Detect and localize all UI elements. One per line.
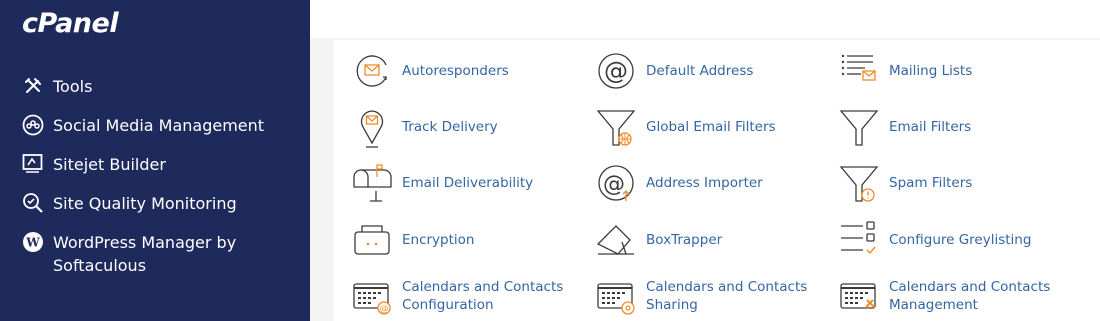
tool-email-deliverability[interactable]: Email Deliverability <box>350 160 533 206</box>
cpanel-logo[interactable]: cPanel <box>22 8 119 39</box>
tool-configure-greylisting[interactable]: Configure Greylisting <box>837 217 1031 263</box>
top-bar <box>310 0 1100 38</box>
svg-text:@: @ <box>603 172 625 197</box>
svg-text:@: @ <box>604 57 628 85</box>
tool-email-filters[interactable]: Email Filters <box>837 104 971 150</box>
tool-encryption[interactable]: Encryption <box>350 217 474 263</box>
track-delivery-icon <box>360 110 384 148</box>
tool-label: Track Delivery <box>402 119 498 135</box>
tool-label: Calendars and Contacts Management <box>889 279 1051 313</box>
tool-autoresponders[interactable]: Autoresponders <box>350 48 509 94</box>
tools-icon <box>22 75 44 97</box>
main-content: Autoresponders @ Default Address Mailing… <box>310 38 1100 321</box>
tool-address-importer[interactable]: @ Address Importer <box>594 160 763 206</box>
sitejet-icon <box>22 153 44 175</box>
sidebar-item-label: WordPress Manager by Softaculous <box>53 233 237 275</box>
tool-global-email-filters[interactable]: Global Email Filters <box>594 104 776 150</box>
tool-spam-filters[interactable]: Spam Filters <box>837 160 972 206</box>
svg-text:W: W <box>25 236 40 250</box>
tool-track-delivery[interactable]: Track Delivery <box>350 104 498 150</box>
tool-calendars-contacts-configuration[interactable]: @ Calendars and Contacts Configuration <box>350 273 572 319</box>
address-importer-icon: @ <box>598 165 634 201</box>
mailing-list-icon <box>841 54 876 81</box>
tool-calendars-contacts-management[interactable]: Calendars and Contacts Management <box>837 273 1059 319</box>
tool-default-address[interactable]: @ Default Address <box>594 48 753 94</box>
spam-filter-icon <box>839 166 879 202</box>
social-media-icon <box>22 114 44 136</box>
boxtrapper-icon <box>596 225 634 255</box>
tool-label: Email Deliverability <box>402 175 534 191</box>
calendar-config-icon: @ <box>353 283 391 315</box>
sidebar-item-label: Sitejet Builder <box>53 155 166 174</box>
default-address-icon: @ <box>598 53 634 89</box>
greylisting-icon <box>841 221 876 255</box>
autoresponder-icon <box>356 55 387 87</box>
sidebar-item-label: Social Media Management <box>53 116 265 135</box>
tool-label: Configure Greylisting <box>889 232 1032 248</box>
sidebar-item-label: Site Quality Monitoring <box>53 194 237 213</box>
email-tools-panel: Autoresponders @ Default Address Mailing… <box>334 40 1100 321</box>
tool-calendars-contacts-sharing[interactable]: Calendars and Contacts Sharing <box>594 273 816 319</box>
tool-label: Autoresponders <box>402 63 509 79</box>
sidebar-item-social-media[interactable]: Social Media Management <box>22 114 264 137</box>
sidebar-item-wordpress[interactable]: W WordPress Manager by Softaculous <box>22 231 272 277</box>
sidebar-item-site-quality[interactable]: Site Quality Monitoring <box>22 192 237 215</box>
tool-boxtrapper[interactable]: BoxTrapper <box>594 217 722 263</box>
site-quality-icon <box>22 192 44 214</box>
tool-label: BoxTrapper <box>646 232 723 248</box>
global-filter-icon <box>596 110 636 146</box>
svg-text:@: @ <box>380 305 389 315</box>
sidebar-item-label: Tools <box>53 77 93 96</box>
tool-label: Encryption <box>402 232 475 248</box>
email-filter-icon <box>839 110 879 146</box>
encryption-icon <box>354 225 390 255</box>
tool-label: Calendars and Contacts Sharing <box>646 279 808 313</box>
calendar-sharing-icon <box>597 283 635 315</box>
tool-label: Calendars and Contacts Configuration <box>402 279 564 313</box>
tool-mailing-lists[interactable]: Mailing Lists <box>837 48 972 94</box>
mailbox-icon <box>353 164 392 202</box>
tool-label: Global Email Filters <box>646 119 776 135</box>
wordpress-icon: W <box>22 231 44 253</box>
sidebar-item-tools[interactable]: Tools <box>22 75 92 98</box>
calendar-management-icon <box>840 283 876 309</box>
tool-label: Default Address <box>646 63 754 79</box>
tool-label: Spam Filters <box>889 175 973 191</box>
sidebar-item-sitejet[interactable]: Sitejet Builder <box>22 153 166 176</box>
sidebar: cPanel Tools Social Media Management Sit… <box>0 0 310 321</box>
tool-label: Mailing Lists <box>889 63 973 79</box>
tool-label: Address Importer <box>646 175 763 191</box>
tool-label: Email Filters <box>889 119 972 135</box>
